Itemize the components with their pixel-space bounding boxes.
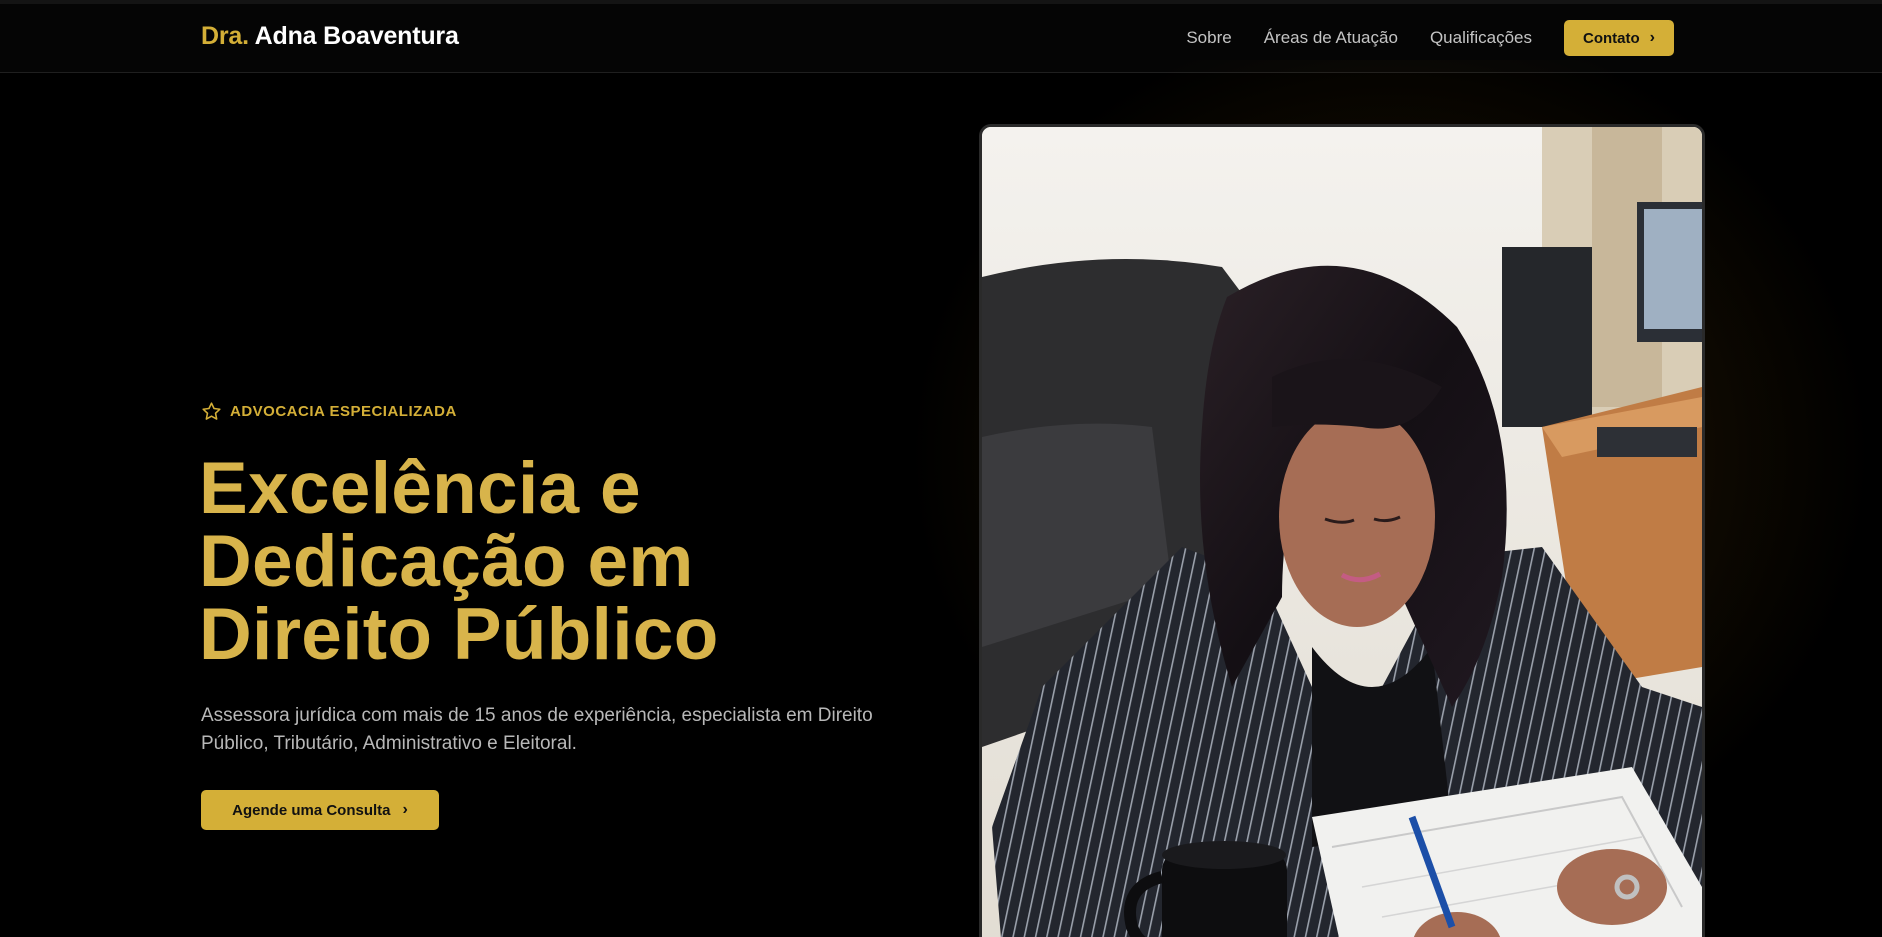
headline-line-3: Direito Público xyxy=(199,594,719,675)
hero-description: Assessora jurídica com mais de 15 anos d… xyxy=(201,705,873,754)
chevron-right-icon: › xyxy=(402,801,408,818)
logo-prefix: Dra. xyxy=(201,22,249,50)
lawyer-photo xyxy=(979,124,1705,937)
cta-label: Agende uma Consulta xyxy=(232,801,391,819)
headline-line-1: Excelência e xyxy=(199,448,641,529)
schedule-consultation-button[interactable]: Agende uma Consulta › xyxy=(201,790,439,830)
site-logo[interactable]: Dra. Adna Boaventura xyxy=(201,22,459,51)
nav-link-sobre[interactable]: Sobre xyxy=(1186,28,1231,48)
contact-button[interactable]: Contato › xyxy=(1564,20,1674,56)
nav-link-areas[interactable]: Áreas de Atuação xyxy=(1264,28,1398,48)
nav-link-qualificacoes[interactable]: Qualificações xyxy=(1430,28,1532,48)
specialty-badge: ADVOCACIA ESPECIALIZADA xyxy=(201,401,457,422)
main-nav: Sobre Áreas de Atuação Qualificações Con… xyxy=(1186,20,1706,56)
contact-button-label: Contato xyxy=(1583,29,1640,47)
headline-line-2: Dedicação em xyxy=(199,521,694,602)
lawyer-photo-image xyxy=(982,127,1702,937)
logo-name: Adna Boaventura xyxy=(254,22,459,50)
hero-headline: Excelência e Dedicação em Direito Públic… xyxy=(199,452,719,671)
badge-label: ADVOCACIA ESPECIALIZADA xyxy=(230,403,457,420)
star-icon xyxy=(202,402,221,420)
chevron-right-icon: › xyxy=(1649,29,1655,46)
